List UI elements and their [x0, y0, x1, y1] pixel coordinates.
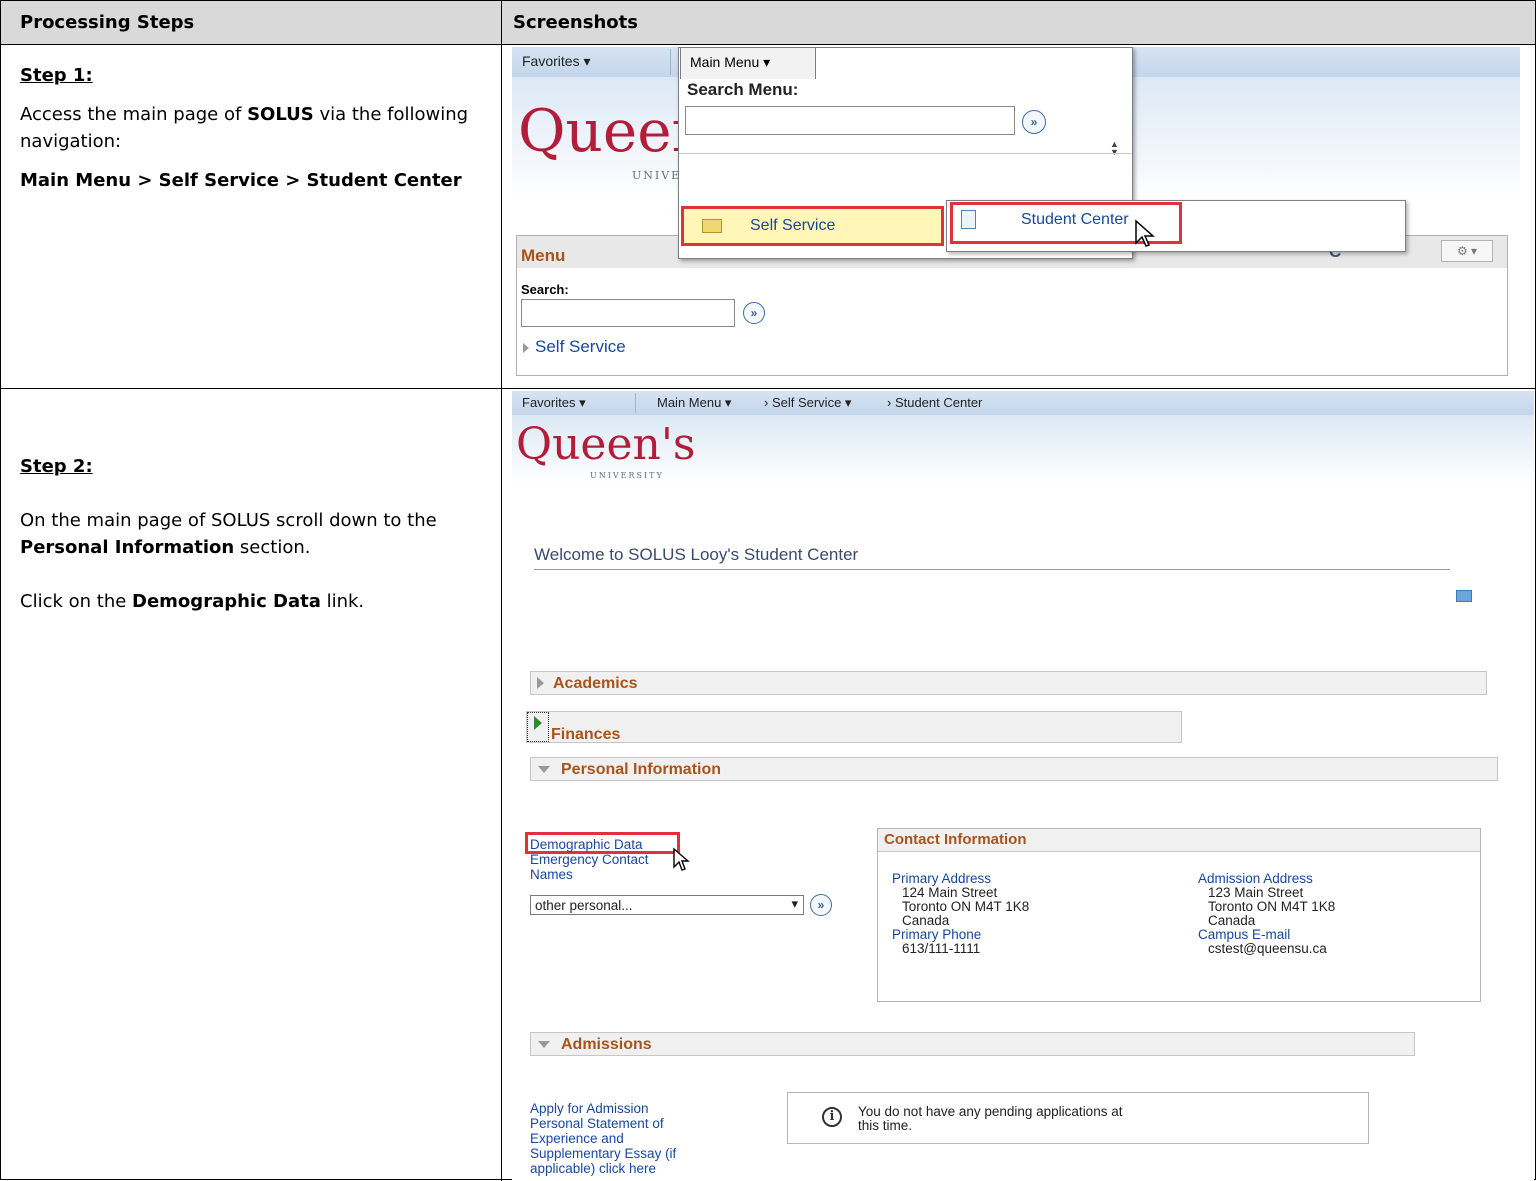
academics-section-header[interactable]: Academics: [530, 671, 1487, 695]
self-service-link[interactable]: Self Service: [535, 337, 626, 357]
admissions-section-header[interactable]: Admissions: [530, 1032, 1415, 1056]
document-icon: [961, 210, 976, 229]
other-personal-go-icon[interactable]: »: [810, 894, 832, 916]
mouse-cursor-icon: [673, 847, 690, 871]
nav-separator: [670, 49, 671, 75]
primary-address-line2: Toronto ON M4T 1K8: [902, 899, 1030, 914]
admission-address-line1: 123 Main Street: [1208, 885, 1304, 900]
search-menu-go-icon[interactable]: »: [1022, 110, 1046, 134]
primary-phone: 613/111-1111: [902, 941, 981, 956]
search-menu-input[interactable]: [685, 106, 1015, 135]
admissions-title: Admissions: [561, 1036, 652, 1053]
contact-info-title: Contact Information: [884, 831, 1027, 848]
personal-info-section-header[interactable]: Personal Information: [530, 757, 1498, 781]
contact-info-box: Contact Information Primary Address 124 …: [877, 828, 1481, 1002]
breadcrumb-self-service[interactable]: › Self Service ▾: [764, 395, 851, 411]
pending-applications-box: i You do not have any pending applicatio…: [787, 1092, 1369, 1144]
personal-statement-link-line2[interactable]: Experience and: [530, 1131, 624, 1146]
search-label: Search:: [521, 282, 569, 297]
admission-address-line3: Canada: [1208, 913, 1256, 928]
apply-admission-link[interactable]: Apply for Admission: [530, 1101, 649, 1116]
menu-title: Menu: [521, 246, 566, 265]
personal-statement-link-line1[interactable]: Personal Statement of: [530, 1116, 664, 1131]
search-menu-label: Search Menu:: [687, 80, 799, 99]
step2-instruction-1: On the main page of SOLUS scroll down to…: [20, 510, 437, 558]
info-icon: i: [822, 1107, 842, 1127]
names-link[interactable]: Names: [530, 867, 573, 882]
academics-title: Academics: [553, 675, 638, 692]
customize-icon[interactable]: [1456, 590, 1472, 602]
dropdown-divider: [679, 153, 1132, 154]
logo-subtitle: UNIVERSITY: [590, 471, 664, 480]
step1-title: Step 1:: [20, 65, 93, 86]
main-menu-tab[interactable]: Main Menu ▾: [680, 47, 816, 79]
header-processing-steps: Processing Steps: [20, 12, 195, 33]
main-menu[interactable]: Main Menu ▾: [657, 395, 731, 411]
favorites-menu[interactable]: Favorites ▾: [522, 395, 586, 411]
primary-address-line3: Canada: [902, 913, 950, 928]
collapsed-triangle-icon: [537, 677, 544, 689]
primary-address-line1: 124 Main Street: [902, 885, 998, 900]
personal-statement-link-line4[interactable]: applicable) click here: [530, 1161, 656, 1176]
mouse-cursor-icon: [1135, 219, 1155, 247]
chevron-down-icon: ▾: [791, 896, 798, 911]
self-service-menu-item[interactable]: Self Service: [681, 206, 944, 246]
menu-search-input[interactable]: [521, 299, 735, 327]
emergency-contact-link[interactable]: Emergency Contact: [530, 852, 649, 867]
self-service-label: Self Service: [750, 217, 836, 234]
step2-cell: Step 2: On the main page of SOLUS scroll…: [20, 453, 490, 615]
expand-triangle-icon: [523, 343, 529, 353]
favorites-menu[interactable]: Favorites ▾: [522, 47, 591, 77]
queens-logo: Queen's: [516, 419, 696, 470]
step1-instruction: Access the main page of SOLUS via the fo…: [20, 104, 469, 152]
primary-address-label[interactable]: Primary Address: [892, 871, 991, 886]
personal-info-title: Personal Information: [561, 761, 722, 778]
primary-phone-label[interactable]: Primary Phone: [892, 927, 981, 942]
expanded-triangle-icon: [538, 766, 550, 773]
admission-address-line2: Toronto ON M4T 1K8: [1208, 899, 1336, 914]
header-screenshots: Screenshots: [513, 12, 638, 33]
pending-message-line1: You do not have any pending applications…: [858, 1104, 1123, 1119]
menu-search-go-icon[interactable]: »: [743, 302, 765, 324]
step2-instruction-2: Click on the Demographic Data link.: [20, 591, 365, 612]
screenshot-step1: Favorites ▾ Queen UNIVE Menu C ⚙ ▾ Searc…: [512, 47, 1520, 377]
finances-title: Finances: [551, 726, 621, 743]
personal-statement-link-line3[interactable]: Supplementary Essay (if: [530, 1146, 676, 1161]
table-header: Processing Steps Screenshots: [1, 1, 1535, 45]
expanded-triangle-icon: [538, 1041, 550, 1048]
demographic-data-link[interactable]: Demographic Data: [530, 837, 643, 852]
welcome-underline: [534, 569, 1450, 570]
step1-cell: Step 1: Access the main page of SOLUS vi…: [20, 62, 490, 194]
pending-message-line2: this time.: [858, 1118, 913, 1133]
gear-icon[interactable]: ⚙ ▾: [1441, 240, 1493, 262]
column-divider: [501, 1, 502, 1181]
screenshot-step2: Favorites ▾ Main Menu ▾ › Self Service ▾…: [512, 391, 1534, 1180]
step1-nav-path: Main Menu > Self Service > Student Cente…: [20, 170, 462, 191]
breadcrumb-student-center[interactable]: › Student Center: [887, 395, 982, 410]
step2-title: Step 2:: [20, 456, 93, 477]
row-divider: [1, 388, 1535, 389]
finances-section-header[interactable]: Finances: [526, 711, 1182, 743]
logo-subtitle: UNIVE: [632, 169, 682, 182]
admission-address-label[interactable]: Admission Address: [1198, 871, 1313, 886]
campus-email-label[interactable]: Campus E-mail: [1198, 927, 1290, 942]
other-personal-select[interactable]: other personal... ▾: [530, 895, 804, 915]
student-center-label: Student Center: [1021, 211, 1129, 228]
collapsed-triangle-icon: [534, 716, 542, 730]
welcome-title: Welcome to SOLUS Looy's Student Center: [534, 545, 859, 564]
folder-icon: [702, 219, 722, 233]
nav-bar: Favorites ▾ Main Menu ▾ › Self Service ▾…: [512, 391, 1534, 415]
nav-separator: [635, 393, 636, 413]
campus-email: cstest@queensu.ca: [1208, 941, 1327, 956]
